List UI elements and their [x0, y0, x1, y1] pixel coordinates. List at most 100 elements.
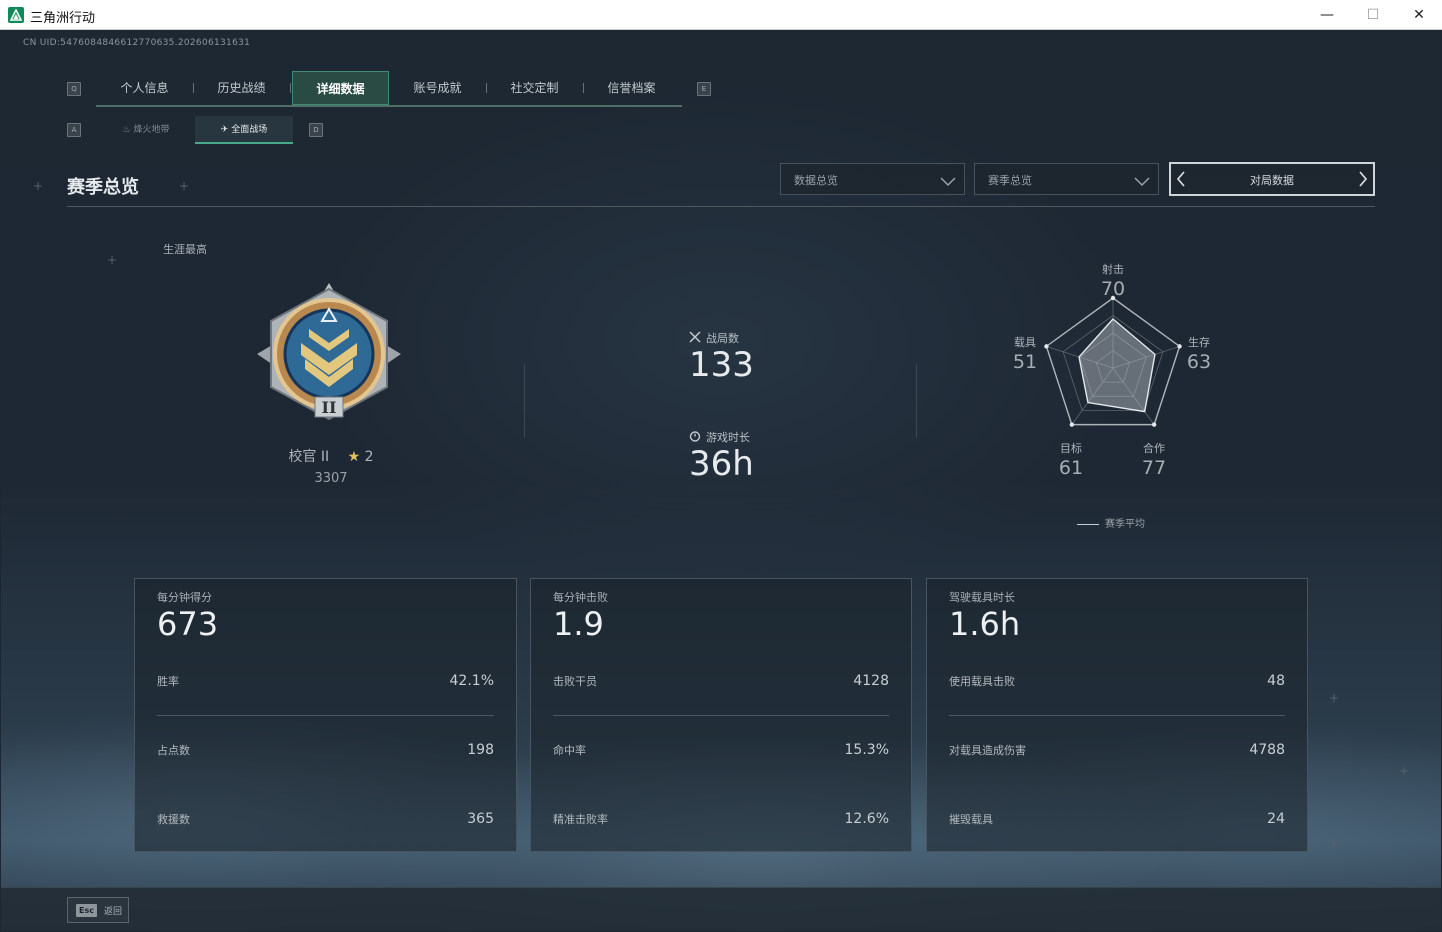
- back-label: 返回: [104, 907, 123, 917]
- playtime-value: 36h: [689, 444, 754, 484]
- matches-value: 133: [689, 345, 754, 385]
- subtab-label: 烽火地带: [133, 125, 170, 135]
- radar-value-vehicle: 51: [1012, 351, 1038, 373]
- subtab-hazard-zone[interactable]: ♨ 烽火地带: [97, 116, 195, 144]
- win-rate-value: 42.1%: [449, 673, 494, 689]
- score-per-minute-card: 每分钟得分 673 胜率 42.1% 占点数 198 救援数 365: [134, 578, 517, 852]
- maximize-button[interactable]: ☐: [1350, 0, 1396, 30]
- subtab-full-battlefield[interactable]: ✈ 全面战场: [195, 116, 293, 144]
- vehicle-kills-value: 48: [1267, 673, 1285, 689]
- dropdown-label: 赛季总览: [988, 174, 1032, 187]
- minimize-button[interactable]: —: [1304, 0, 1350, 30]
- svg-text:II: II: [322, 398, 337, 417]
- match-data-label: 对局数据: [1250, 174, 1294, 187]
- ability-radar-chart: [1044, 295, 1182, 427]
- section-divider: [67, 206, 1375, 207]
- row-divider: [553, 715, 889, 716]
- chevron-down-icon: [1134, 172, 1150, 191]
- tab-match-history[interactable]: 历史战绩: [193, 71, 290, 105]
- battlefield-icon: ✈: [220, 125, 229, 135]
- radar-label-survival: 生存: [1188, 336, 1210, 349]
- radar-legend: 赛季平均: [1077, 515, 1145, 530]
- radar-label-vehicle: 载具: [1014, 336, 1036, 349]
- tab-detailed-data[interactable]: 详细数据: [292, 71, 389, 105]
- card-title: 每分钟击败: [553, 591, 608, 604]
- page-title: 赛季总览: [67, 177, 139, 198]
- radar-label-shooting: 射击: [1102, 263, 1124, 276]
- chevron-right-icon[interactable]: [1358, 171, 1368, 191]
- key-hint-a: A: [67, 123, 81, 137]
- decor-plus: +: [33, 179, 44, 193]
- rank-points: 3307: [314, 471, 348, 486]
- tab-social-custom[interactable]: 社交定制: [486, 71, 583, 105]
- tab-personal-info[interactable]: 个人信息: [96, 71, 193, 105]
- season-overview-dropdown[interactable]: 赛季总览: [974, 163, 1159, 195]
- decor-plus: +: [1399, 764, 1410, 778]
- match-data-selector[interactable]: 对局数据: [1169, 162, 1375, 196]
- flame-icon: ♨: [122, 125, 131, 135]
- card-value: 673: [157, 605, 219, 643]
- captures-label: 占点数: [157, 744, 190, 757]
- window-title: 三角洲行动: [30, 11, 96, 26]
- vehicle-kills-label: 使用载具击败: [949, 675, 1015, 688]
- decor-plus: +: [1329, 836, 1340, 850]
- kills-per-minute-card: 每分钟击败 1.9 击败干员 4128 命中率 15.3% 精准击败率 12.6…: [530, 578, 912, 852]
- tab-account-achievements[interactable]: 账号成就: [389, 71, 486, 105]
- precision-kill-rate-label: 精准击败率: [553, 813, 608, 826]
- radar-label-teamwork: 合作: [1143, 442, 1165, 455]
- tab-credit-record[interactable]: 信誉档案: [583, 71, 680, 105]
- rank-stars: 2: [364, 449, 374, 465]
- card-title: 驾驶载具时长: [949, 591, 1015, 604]
- rank-name-row: 校官 II ★ 2: [251, 446, 411, 466]
- vehicles-destroyed-label: 摧毁载具: [949, 813, 993, 826]
- card-value: 1.6h: [949, 605, 1021, 643]
- game-viewport: CN UID:5476084846612770635.202606131631 …: [1, 31, 1441, 931]
- playtime-label: 游戏时长: [706, 431, 750, 444]
- close-button[interactable]: ✕: [1396, 0, 1442, 30]
- back-button[interactable]: Esc 返回: [67, 897, 129, 923]
- radar-value-teamwork: 77: [1141, 457, 1167, 479]
- swords-icon: [689, 331, 701, 346]
- card-value: 1.9: [553, 605, 604, 643]
- revives-label: 救援数: [157, 813, 190, 826]
- operator-kills-label: 击败干员: [553, 675, 597, 688]
- timer-icon: [689, 430, 701, 445]
- operator-kills-value: 4128: [853, 673, 889, 689]
- divider: [524, 364, 525, 438]
- revives-value: 365: [467, 811, 494, 827]
- divider: [916, 364, 917, 438]
- key-hint-q: Q: [67, 82, 81, 96]
- dropdown-label: 数据总览: [794, 174, 838, 187]
- radar-value-shape: [1078, 318, 1156, 413]
- career-best-label: 生涯最高: [163, 243, 207, 256]
- tab-separator: [290, 83, 291, 93]
- matches-label: 战局数: [706, 332, 739, 345]
- captures-value: 198: [467, 742, 494, 758]
- radar-value-objective: 61: [1058, 457, 1084, 479]
- main-tabs: 个人信息 历史战绩 详细数据 账号成就 社交定制 信誉档案: [96, 71, 682, 107]
- legend-line: [1077, 523, 1099, 525]
- accuracy-label: 命中率: [553, 744, 586, 757]
- card-title: 每分钟得分: [157, 591, 212, 604]
- app-logo-icon: [8, 7, 24, 23]
- radar-label-objective: 目标: [1060, 442, 1082, 455]
- rank-emblem-icon: II: [249, 279, 409, 433]
- legend-label: 赛季平均: [1105, 519, 1145, 530]
- chevron-down-icon: [940, 172, 956, 191]
- decor-plus: +: [1329, 691, 1340, 705]
- key-hint-e: E: [697, 82, 711, 96]
- decor-plus: +: [107, 253, 118, 267]
- radar-vertex-dot: [1151, 422, 1157, 427]
- radar-vertex-dot: [1069, 422, 1075, 427]
- mode-subtabs: ♨ 烽火地带 ✈ 全面战场: [97, 116, 293, 144]
- row-divider: [949, 715, 1285, 716]
- radar-value-shooting: 70: [1100, 278, 1126, 300]
- decor-plus: +: [179, 179, 190, 193]
- vehicle-damage-label: 对载具造成伤害: [949, 744, 1026, 757]
- window-titlebar: 三角洲行动 — ☐ ✕: [0, 0, 1442, 30]
- vehicle-damage-value: 4788: [1249, 742, 1285, 758]
- vehicles-destroyed-value: 24: [1267, 811, 1285, 827]
- radar-value-survival: 63: [1186, 351, 1212, 373]
- subtab-label: 全面战场: [231, 125, 268, 135]
- data-overview-dropdown[interactable]: 数据总览: [780, 163, 965, 195]
